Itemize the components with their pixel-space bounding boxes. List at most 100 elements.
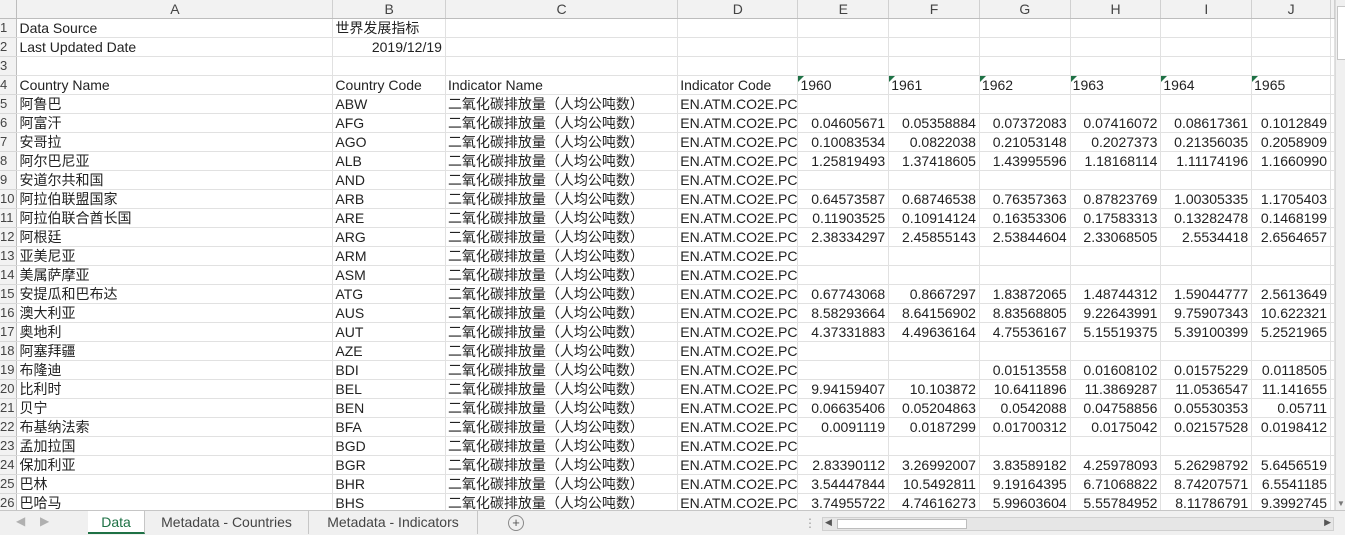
- cell-country-name[interactable]: 阿富汗: [16, 113, 334, 133]
- row-header[interactable]: 12: [0, 227, 18, 247]
- cell-country-name[interactable]: 巴哈马: [16, 493, 334, 510]
- cell-value[interactable]: 0.76357363: [979, 189, 1071, 209]
- cell-country-name[interactable]: 巴林: [16, 474, 334, 494]
- cell-value[interactable]: 0.21053148: [979, 132, 1071, 152]
- cell-value[interactable]: 2.5534418: [1160, 227, 1253, 247]
- cell-empty[interactable]: [1330, 18, 1335, 38]
- cell-country-name[interactable]: 安道尔共和国: [16, 170, 334, 190]
- cell-indicator-code[interactable]: EN.ATM.CO2E.PC: [677, 265, 799, 285]
- cell-value[interactable]: [1070, 37, 1162, 57]
- cell-year-header[interactable]: 1963: [1070, 75, 1162, 95]
- cell-indicator-name[interactable]: 二氧化碳排放量（人均公吨数）: [445, 151, 679, 171]
- cell-empty[interactable]: [1330, 417, 1335, 437]
- cell-empty[interactable]: [1330, 94, 1335, 114]
- cell-country-code[interactable]: BEN: [332, 398, 446, 418]
- cell-country-code[interactable]: AUS: [332, 303, 446, 323]
- cell-value[interactable]: [1160, 170, 1253, 190]
- cell-indicator-code[interactable]: EN.ATM.CO2E.PC: [677, 94, 799, 114]
- cell-value[interactable]: 10.103872: [888, 379, 980, 399]
- cell-indicator-code[interactable]: EN.ATM.CO2E.PC: [677, 208, 799, 228]
- cell-value[interactable]: [1160, 94, 1253, 114]
- cell-indicator-name[interactable]: [445, 56, 679, 76]
- row-header[interactable]: 26: [0, 493, 18, 510]
- cell-value[interactable]: 0.01513558: [979, 360, 1071, 380]
- cell-value[interactable]: 0.17583313: [1070, 208, 1162, 228]
- cell-value[interactable]: [797, 18, 890, 38]
- cell-indicator-code[interactable]: EN.ATM.CO2E.PC: [677, 398, 799, 418]
- cell-value[interactable]: [979, 246, 1071, 266]
- cell-value[interactable]: [979, 341, 1071, 361]
- vertical-scrollbar[interactable]: ▼: [1335, 0, 1345, 510]
- cell-year-header[interactable]: 1961: [888, 75, 980, 95]
- cell-value[interactable]: 0.07372083: [979, 113, 1071, 133]
- cell-indicator-name[interactable]: 二氧化碳排放量（人均公吨数）: [445, 341, 679, 361]
- cell-value[interactable]: 5.99603604: [979, 493, 1071, 510]
- row-header[interactable]: 16: [0, 303, 18, 323]
- vertical-scroll-thumb[interactable]: [1337, 6, 1345, 60]
- cell-value[interactable]: [1070, 246, 1162, 266]
- cell-value[interactable]: 1.1705403: [1251, 189, 1331, 209]
- cell-indicator-code[interactable]: EN.ATM.CO2E.PC: [677, 360, 799, 380]
- cell-indicator-code[interactable]: EN.ATM.CO2E.PC: [677, 246, 799, 266]
- cell-value[interactable]: 0.0542088: [979, 398, 1071, 418]
- cell-value[interactable]: 1.37418605: [888, 151, 980, 171]
- add-sheet-icon[interactable]: +: [508, 515, 524, 531]
- cell-value[interactable]: 8.58293664: [797, 303, 890, 323]
- cell-country-code[interactable]: AGO: [332, 132, 446, 152]
- cell-value[interactable]: [888, 18, 980, 38]
- cell-value[interactable]: 9.3992745: [1251, 493, 1331, 510]
- cell-indicator-code[interactable]: [677, 37, 799, 57]
- cell-value[interactable]: [979, 265, 1071, 285]
- cell-indicator-name[interactable]: 二氧化碳排放量（人均公吨数）: [445, 246, 679, 266]
- cell-indicator-code[interactable]: EN.ATM.CO2E.PC: [677, 113, 799, 133]
- cell-value[interactable]: 0.02157528: [1160, 417, 1253, 437]
- cell-country-code[interactable]: AFG: [332, 113, 446, 133]
- cell-value[interactable]: [979, 37, 1071, 57]
- cell-indicator-name[interactable]: 二氧化碳排放量（人均公吨数）: [445, 113, 679, 133]
- cell-empty[interactable]: [1330, 189, 1335, 209]
- cell-value[interactable]: 1.48744312: [1070, 284, 1162, 304]
- cell-indicator-code[interactable]: EN.ATM.CO2E.PC: [677, 341, 799, 361]
- cell-country-code[interactable]: AZE: [332, 341, 446, 361]
- cell-value[interactable]: [1251, 436, 1331, 456]
- cell-value[interactable]: 0.87823769: [1070, 189, 1162, 209]
- cell-country-code[interactable]: BDI: [332, 360, 446, 380]
- cell-value[interactable]: 1.00305335: [1160, 189, 1253, 209]
- cell-value[interactable]: [797, 265, 890, 285]
- cell-indicator-code[interactable]: EN.ATM.CO2E.PC: [677, 322, 799, 342]
- column-header-a[interactable]: A: [16, 0, 334, 19]
- cell-indicator-code[interactable]: EN.ATM.CO2E.PC: [677, 303, 799, 323]
- cell-value[interactable]: 0.0091119: [797, 417, 890, 437]
- cell-value[interactable]: 1.25819493: [797, 151, 890, 171]
- row-header[interactable]: 22: [0, 417, 18, 437]
- cell-country-code[interactable]: Country Code: [332, 75, 446, 95]
- cell-empty[interactable]: [1330, 37, 1335, 57]
- cell-value[interactable]: [797, 436, 890, 456]
- cell-country-code[interactable]: ASM: [332, 265, 446, 285]
- cell-empty[interactable]: [1330, 493, 1335, 510]
- cell-value[interactable]: 5.26298792: [1160, 455, 1253, 475]
- cell-country-name[interactable]: 阿尔巴尼亚: [16, 151, 334, 171]
- cell-empty[interactable]: [1330, 303, 1335, 323]
- cell-empty[interactable]: [1330, 56, 1335, 76]
- cell-indicator-name[interactable]: [445, 18, 679, 38]
- scroll-right-arrow-icon[interactable]: ▶: [1324, 517, 1331, 528]
- cell-country-name[interactable]: [16, 56, 334, 76]
- cell-value[interactable]: 8.83568805: [979, 303, 1071, 323]
- cell-value[interactable]: 2.83390112: [797, 455, 890, 475]
- cell-value[interactable]: 0.07416072: [1070, 113, 1162, 133]
- cell-empty[interactable]: [1330, 170, 1335, 190]
- cell-value[interactable]: [1160, 56, 1253, 76]
- cell-indicator-name[interactable]: 二氧化碳排放量（人均公吨数）: [445, 322, 679, 342]
- column-header-c[interactable]: C: [445, 0, 679, 19]
- cell-value[interactable]: [1070, 94, 1162, 114]
- row-header[interactable]: 3: [0, 56, 18, 76]
- cell-value[interactable]: 4.74616273: [888, 493, 980, 510]
- scroll-left-arrow-icon[interactable]: ◀: [825, 517, 832, 528]
- cell-country-name[interactable]: 阿拉伯联合酋长国: [16, 208, 334, 228]
- cell-country-code[interactable]: 2019/12/19: [332, 37, 446, 57]
- cell-value[interactable]: [1070, 265, 1162, 285]
- cell-value[interactable]: [797, 94, 890, 114]
- cell-country-name[interactable]: 贝宁: [16, 398, 334, 418]
- cell-country-name[interactable]: 布隆迪: [16, 360, 334, 380]
